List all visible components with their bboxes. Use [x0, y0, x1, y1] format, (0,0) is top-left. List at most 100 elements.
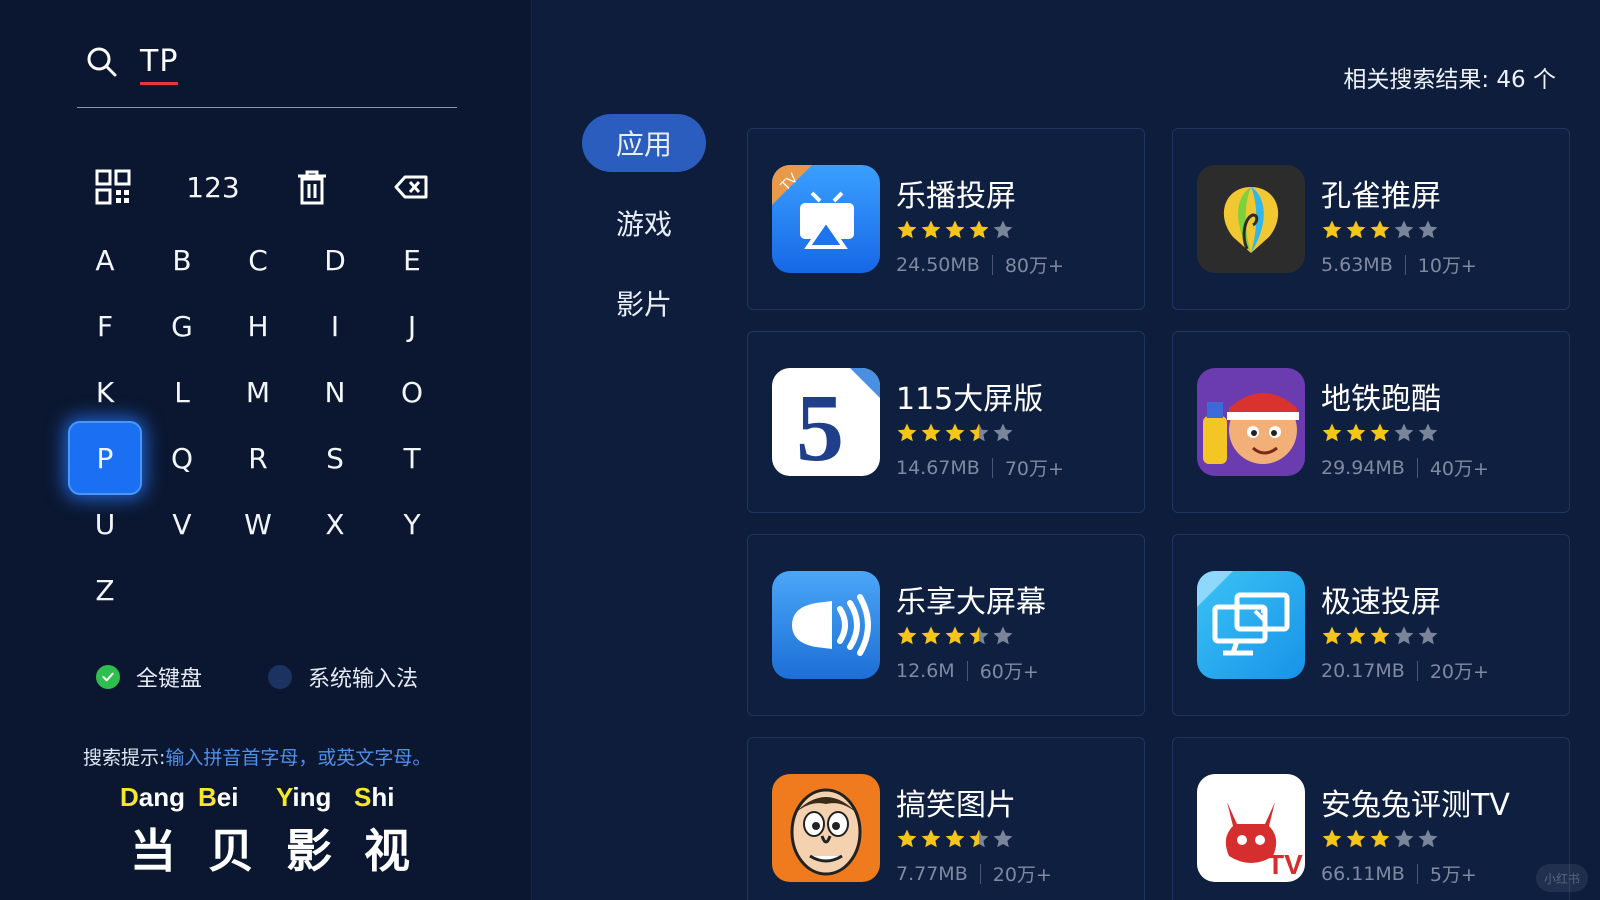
tab-apps[interactable]: 应用: [582, 114, 706, 172]
numeric-key[interactable]: 123: [176, 150, 250, 224]
star-icon: [1393, 828, 1417, 854]
qrcode-key[interactable]: [76, 150, 150, 224]
key-f[interactable]: F: [68, 289, 142, 363]
star-icon: [920, 422, 944, 448]
app-card[interactable]: TV 乐播投屏 24.50MB 80万+: [747, 128, 1145, 310]
key-n[interactable]: N: [298, 355, 372, 429]
brand-pinyin: Shi: [354, 782, 395, 812]
app-meta: 29.94MB 40万+: [1321, 454, 1489, 481]
key-h[interactable]: H: [221, 289, 295, 363]
star-icon: [1417, 625, 1441, 651]
mode-system-ime[interactable]: 系统输入法: [268, 661, 418, 693]
key-v[interactable]: V: [145, 487, 219, 561]
star-icon: [992, 625, 1016, 651]
star-rating: [1321, 828, 1441, 854]
star-icon: [1321, 625, 1345, 651]
brand-pinyin: Dang: [120, 782, 186, 812]
check-icon: [96, 665, 120, 689]
key-y[interactable]: Y: [375, 487, 449, 561]
star-icon: [992, 828, 1016, 854]
key-i[interactable]: I: [298, 289, 372, 363]
key-s[interactable]: S: [298, 421, 372, 495]
key-k[interactable]: K: [68, 355, 142, 429]
watermark: 小红书: [1536, 864, 1588, 892]
star-icon: [920, 828, 944, 854]
divider: [1416, 457, 1418, 478]
divider: [991, 457, 993, 478]
search-query[interactable]: TP: [140, 44, 179, 85]
key-t[interactable]: T: [375, 421, 449, 495]
key-p[interactable]: P: [68, 421, 142, 495]
app-meta: 14.67MB 70万+: [896, 454, 1064, 481]
key-a[interactable]: A: [68, 223, 142, 297]
brand-hanzi: 当: [130, 824, 176, 878]
app-downloads: 20万+: [992, 864, 1052, 886]
brand-hanzi: 视: [364, 824, 410, 878]
key-l[interactable]: L: [145, 355, 219, 429]
tab-games[interactable]: 游戏: [582, 194, 706, 252]
app-card[interactable]: 5 115大屏版 14.67MB 70万+: [747, 331, 1145, 513]
key-d[interactable]: D: [298, 223, 372, 297]
brand-char: Dang 当: [120, 782, 198, 881]
divider: [1416, 660, 1418, 681]
brand-logo: Dang 当 Bei 贝 Ying 影 Shi 视: [120, 782, 432, 881]
key-c[interactable]: C: [221, 223, 295, 297]
key-z[interactable]: Z: [68, 553, 142, 627]
app-downloads: 40万+: [1429, 458, 1489, 480]
app-card[interactable]: 孔雀推屏 5.63MB 10万+: [1172, 128, 1570, 310]
divider: [1416, 863, 1418, 884]
app-card[interactable]: 地铁跑酷 29.94MB 40万+: [1172, 331, 1570, 513]
app-size: 29.94MB: [1321, 456, 1405, 479]
trash-key[interactable]: [275, 150, 349, 224]
key-w[interactable]: W: [221, 487, 295, 561]
star-icon: [944, 625, 968, 651]
category-tabs: 应用 游戏 影片: [582, 114, 706, 354]
star-icon: [1393, 219, 1417, 245]
app-size: 24.50MB: [896, 253, 980, 276]
key-b[interactable]: B: [145, 223, 219, 297]
star-rating: [896, 625, 1016, 651]
mode-label: 全键盘: [136, 667, 203, 692]
key-x[interactable]: X: [298, 487, 372, 561]
brand-char: Shi 视: [354, 782, 432, 881]
star-icon: [944, 828, 968, 854]
star-icon: [968, 422, 992, 448]
star-rating: [1321, 625, 1441, 651]
app-downloads: 10万+: [1417, 255, 1477, 277]
star-icon: [1417, 422, 1441, 448]
key-r[interactable]: R: [221, 421, 295, 495]
key-j[interactable]: J: [375, 289, 449, 363]
key-u[interactable]: U: [68, 487, 142, 561]
star-icon: [944, 422, 968, 448]
screen-cast-icon: [1197, 571, 1305, 679]
star-icon: [968, 219, 992, 245]
mode-full-keyboard[interactable]: 全键盘: [96, 661, 202, 693]
backspace-icon: [394, 175, 428, 199]
number-5-icon: 5: [772, 368, 880, 476]
star-icon: [1369, 828, 1393, 854]
funny-face-icon: [772, 774, 880, 882]
qrcode-icon: [95, 169, 131, 205]
app-meta: 20.17MB 20万+: [1321, 657, 1489, 684]
brand-pinyin: Bei: [198, 782, 239, 812]
app-downloads: 60万+: [979, 661, 1039, 683]
key-q[interactable]: Q: [145, 421, 219, 495]
app-name: 孔雀推屏: [1321, 179, 1441, 214]
star-icon: [1321, 422, 1345, 448]
app-downloads: 20万+: [1429, 661, 1489, 683]
backspace-key[interactable]: [374, 150, 448, 224]
key-m[interactable]: M: [221, 355, 295, 429]
app-card[interactable]: 极速投屏 20.17MB 20万+: [1172, 534, 1570, 716]
key-g[interactable]: G: [145, 289, 219, 363]
app-card[interactable]: TV 安兔兔评测TV 66.11MB 5万+: [1172, 737, 1570, 900]
app-card[interactable]: 乐享大屏幕 12.6M 60万+: [747, 534, 1145, 716]
app-downloads: 5万+: [1429, 864, 1477, 886]
tab-movies[interactable]: 影片: [582, 274, 706, 332]
mode-label: 系统输入法: [308, 667, 419, 692]
star-icon: [1417, 828, 1441, 854]
star-icon: [992, 219, 1016, 245]
app-card[interactable]: 搞笑图片 7.77MB 20万+: [747, 737, 1145, 900]
key-o[interactable]: O: [375, 355, 449, 429]
result-count: 相关搜索结果: 46 个: [1343, 67, 1556, 93]
key-e[interactable]: E: [375, 223, 449, 297]
